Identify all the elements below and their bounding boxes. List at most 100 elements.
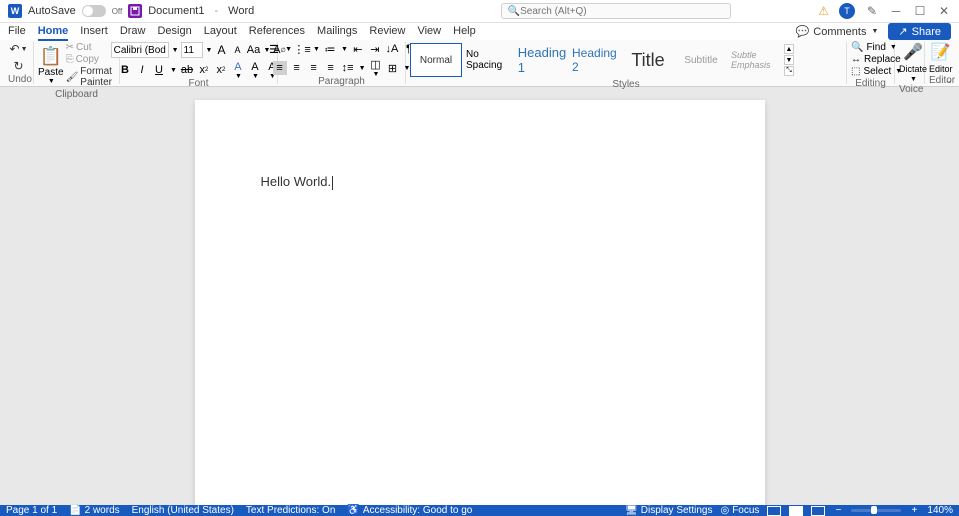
zoom-in-button[interactable]: + [909,506,919,516]
dictate-button[interactable]: 🎤 Dictate ▼ [899,42,927,83]
autosave-toggle[interactable] [82,5,106,17]
tab-design[interactable]: Design [157,23,191,41]
share-button[interactable]: ↗ Share [888,23,951,40]
zoom-level[interactable]: 140% [927,505,953,516]
page-count[interactable]: Page 1 of 1 [6,505,57,516]
grow-font-button[interactable]: A [214,43,228,57]
document-name[interactable]: Document1 [148,5,204,17]
text-effects-button[interactable]: A▼ [231,63,245,77]
cut-button[interactable]: ✂Cut [66,42,115,53]
text-predictions[interactable]: Text Predictions: On [246,505,335,516]
chevron-down-icon[interactable]: ▼ [313,46,320,53]
justify-button[interactable]: ≡ [324,61,338,75]
close-button[interactable]: ✕ [937,4,951,18]
style-normal[interactable]: Normal [410,43,462,77]
maximize-button[interactable]: ☐ [913,4,927,18]
copy-icon: ⎘ [66,54,74,65]
chevron-down-icon[interactable]: ▼ [359,65,366,72]
zoom-thumb[interactable] [871,506,877,514]
read-mode-button[interactable] [767,506,781,516]
style-heading2[interactable]: Heading 2 [569,43,621,77]
brush-icon: 🖌 [66,72,79,83]
language-button[interactable]: English (United States) [132,505,234,516]
page[interactable]: Hello World. [195,100,765,505]
paste-button[interactable]: 📋 Paste ▼ [38,46,64,85]
tab-file[interactable]: File [8,23,26,41]
underline-button[interactable]: U [152,63,166,77]
chevron-down-icon[interactable]: ▼ [206,47,213,54]
format-painter-button[interactable]: 🖌Format Painter [66,66,115,88]
strikethrough-button[interactable]: ab [180,63,194,77]
display-settings-button[interactable]: 🖥Display Settings [625,505,712,516]
chevron-down-icon[interactable]: ▼ [172,47,179,54]
multilevel-list-button[interactable]: ≔ [323,42,337,56]
chevron-down-icon[interactable]: ▼ [341,46,348,53]
editor-button[interactable]: 📝 Editor [929,42,953,74]
borders-button[interactable]: ⊞ [386,61,400,75]
redo-button[interactable]: ↻ [11,59,27,73]
style-subtitle[interactable]: Subtitle [675,43,727,77]
focus-button[interactable]: ◎Focus [720,505,759,516]
undo-button[interactable]: ↶▼ [11,42,27,56]
tab-mailings[interactable]: Mailings [317,23,357,41]
ribbon-tabs-right: 💬 Comments ▼ ↗ Share [796,23,951,40]
styles-scroll-up[interactable]: ▲ [784,44,794,54]
style-title[interactable]: Title [622,43,674,77]
web-layout-button[interactable] [811,506,825,516]
styles-expand[interactable]: ⤡ [784,66,794,76]
user-avatar[interactable]: T [839,3,855,19]
clipboard-section: 📋 Paste ▼ ✂Cut ⎘Copy 🖌Format Painter Cli… [34,42,120,84]
increase-indent-button[interactable]: ⇥ [368,42,382,56]
tab-insert[interactable]: Insert [80,23,108,41]
document-text[interactable]: Hello World. [261,174,332,189]
tab-review[interactable]: Review [369,23,405,41]
shading-button[interactable]: ◫▼ [369,61,383,75]
subscript-button[interactable]: x2 [197,63,211,77]
line-spacing-button[interactable]: ↕≡ [341,61,355,75]
search-box[interactable]: 🔍 [501,3,731,19]
decrease-indent-button[interactable]: ⇤ [351,42,365,56]
page-content[interactable]: Hello World. [261,174,699,190]
style-no-spacing[interactable]: No Spacing [463,43,515,77]
change-case-button[interactable]: Aa [246,43,260,57]
style-subtle-emphasis[interactable]: Subtle Emphasis [728,43,780,77]
zoom-out-button[interactable]: − [833,506,843,516]
pen-icon[interactable]: ✎ [865,4,879,18]
align-center-button[interactable]: ≡ [290,61,304,75]
copy-button[interactable]: ⎘Copy [66,54,115,65]
minimize-button[interactable]: ─ [889,4,903,18]
tab-layout[interactable]: Layout [204,23,237,41]
font-name-input[interactable] [111,42,169,58]
chevron-down-icon[interactable]: ▼ [285,46,292,53]
warning-icon[interactable]: ⚠ [818,4,829,18]
bold-button[interactable]: B [118,63,132,77]
save-icon[interactable] [128,4,142,18]
align-left-button[interactable]: ≡ [273,61,287,75]
superscript-button[interactable]: x2 [214,63,228,77]
bullets-button[interactable]: ☰ [267,42,281,56]
highlight-button[interactable]: A▼ [248,63,262,77]
print-layout-button[interactable] [789,506,803,516]
collapse-ribbon-button[interactable]: ⌄ [945,75,953,86]
document-area[interactable]: Hello World. [0,87,959,505]
comments-button[interactable]: 💬 Comments ▼ [796,25,879,38]
italic-button[interactable]: I [135,63,149,77]
editing-section-label: Editing [851,77,890,90]
search-input[interactable] [520,6,724,17]
tab-draw[interactable]: Draw [120,23,146,41]
font-size-input[interactable] [181,42,203,58]
styles-scroll-down[interactable]: ▼ [784,55,794,65]
tab-references[interactable]: References [249,23,305,41]
style-heading1[interactable]: Heading 1 [516,43,568,77]
tab-home[interactable]: Home [38,23,69,41]
shrink-font-button[interactable]: A [230,43,244,57]
align-right-button[interactable]: ≡ [307,61,321,75]
word-count[interactable]: 📄2 words [69,505,119,516]
tab-help[interactable]: Help [453,23,476,41]
zoom-slider[interactable] [851,509,901,512]
sort-button[interactable]: ↓A [385,42,399,56]
tab-view[interactable]: View [417,23,441,41]
accessibility-status[interactable]: ♿Accessibility: Good to go [347,505,472,516]
chevron-down-icon[interactable]: ▼ [170,67,177,74]
numbering-button[interactable]: ⋮≡ [295,42,309,56]
